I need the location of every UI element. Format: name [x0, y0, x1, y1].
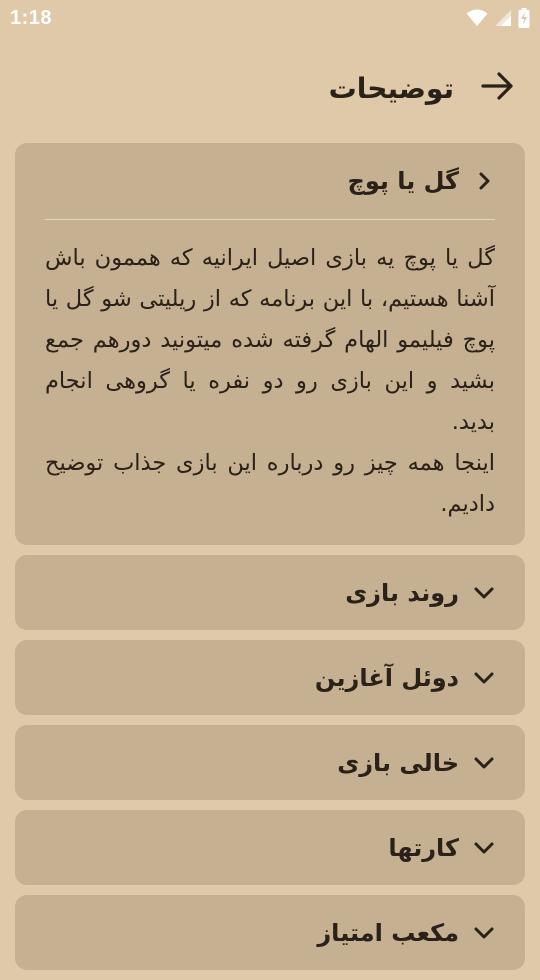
- section-card: دوئل آغازین: [15, 640, 525, 715]
- chevron-down-icon: [473, 752, 495, 774]
- status-icons: [466, 8, 530, 28]
- section-title: کارتها: [388, 833, 459, 862]
- section-header[interactable]: خالی بازی: [15, 725, 525, 800]
- status-time: 1:18: [10, 6, 53, 29]
- app-bar: توضیحات: [0, 58, 540, 118]
- signal-icon: [494, 9, 512, 27]
- back-button[interactable]: [478, 68, 518, 108]
- section-header[interactable]: گل یا پوچ: [15, 143, 525, 219]
- section-title: خالی بازی: [337, 748, 459, 777]
- section-card: مکعب امتیاز: [15, 895, 525, 970]
- chevron-down-icon: [473, 837, 495, 859]
- wifi-icon: [466, 9, 488, 27]
- page-title: توضیحات: [328, 71, 454, 105]
- section-header[interactable]: کارتها: [15, 810, 525, 885]
- section-title: روند بازی: [345, 578, 459, 607]
- chevron-down-icon: [473, 922, 495, 944]
- section-paragraph: اینجا همه چیز رو درباره این بازی جذاب تو…: [45, 450, 495, 517]
- section-card: گل یا پوچ گل یا پوچ یه بازی اصیل ایرانیه…: [15, 143, 525, 545]
- section-title: مکعب امتیاز: [317, 918, 459, 947]
- section-card: خالی بازی: [15, 725, 525, 800]
- section-title: گل یا پوچ: [347, 167, 459, 195]
- chevron-down-icon: [473, 667, 495, 689]
- section-paragraph: گل یا پوچ یه بازی اصیل ایرانیه که هممون …: [45, 245, 495, 435]
- chevron-left-icon: [473, 170, 495, 192]
- section-header[interactable]: روند بازی: [15, 555, 525, 630]
- section-card: کارتها: [15, 810, 525, 885]
- section-header[interactable]: مکعب امتیاز: [15, 895, 525, 970]
- arrow-back-icon: [481, 71, 515, 105]
- section-header[interactable]: دوئل آغازین: [15, 640, 525, 715]
- section-title: دوئل آغازین: [314, 663, 459, 692]
- chevron-down-icon: [473, 582, 495, 604]
- sections-list: گل یا پوچ گل یا پوچ یه بازی اصیل ایرانیه…: [15, 143, 525, 980]
- section-body: گل یا پوچ یه بازی اصیل ایرانیه که هممون …: [15, 220, 525, 545]
- status-bar: 1:18: [0, 0, 540, 36]
- section-card: روند بازی: [15, 555, 525, 630]
- battery-charging-icon: [518, 8, 530, 28]
